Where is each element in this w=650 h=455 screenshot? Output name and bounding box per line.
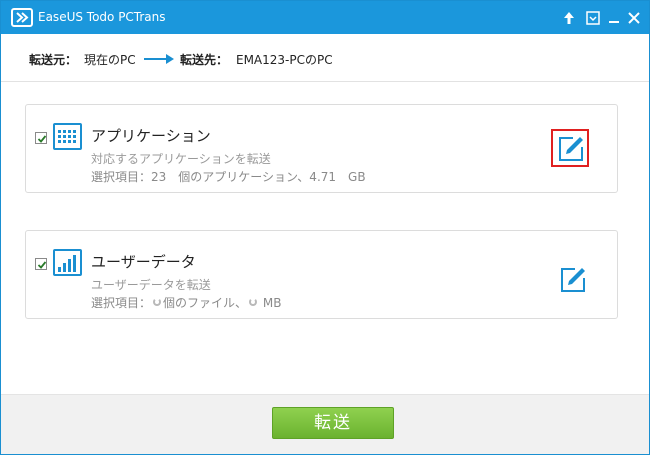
app-window: EaseUS Todo PCTrans 転送元： 現在のPC 転送先： EMA1… xyxy=(0,0,650,455)
selection-prefix: 選択項目： xyxy=(91,296,152,310)
category-description: ユーザーデータを転送 xyxy=(91,278,211,292)
apps-grid-icon xyxy=(53,123,82,150)
category-description: 対応するアプリケーションを転送 xyxy=(91,152,271,166)
window-title: EaseUS Todo PCTrans xyxy=(38,10,166,24)
transfer-route: 転送元： 現在のPC 転送先： EMA123-PCのPC xyxy=(1,34,649,82)
title-bar[interactable]: EaseUS Todo PCTrans xyxy=(1,1,649,34)
category-selection-summary: 選択項目： 個のファイル、 MB xyxy=(91,294,281,311)
bar-chart-icon xyxy=(53,249,82,276)
category-title: ユーザーデータ xyxy=(91,253,196,271)
applications-checkbox[interactable] xyxy=(35,132,47,144)
loading-spinner-icon xyxy=(249,298,258,306)
category-title: アプリケーション xyxy=(91,127,211,145)
edit-user-data-button[interactable] xyxy=(553,260,591,298)
destination-label: 転送先： xyxy=(180,53,229,67)
edit-applications-button[interactable] xyxy=(551,129,589,167)
arrow-right-icon xyxy=(144,54,174,64)
source-value: 現在のPC xyxy=(84,53,136,67)
upgrade-icon[interactable] xyxy=(560,9,578,27)
edit-icon xyxy=(559,137,583,161)
loading-spinner-icon xyxy=(153,298,162,306)
checkmark-icon xyxy=(37,135,47,143)
checkmark-icon xyxy=(37,261,47,269)
selection-files-text: 個のファイル、 xyxy=(163,296,248,310)
category-card-user-data: ユーザーデータ ユーザーデータを転送 選択項目： 個のファイル、 MB xyxy=(25,230,618,319)
app-logo-icon xyxy=(11,8,33,27)
minimize-icon[interactable] xyxy=(605,9,623,27)
close-icon[interactable] xyxy=(625,9,643,27)
destination-value: EMA123-PCのPC xyxy=(236,53,333,67)
transfer-button[interactable]: 転送 xyxy=(272,407,394,439)
user-data-checkbox[interactable] xyxy=(35,258,47,270)
category-selection-summary: 選択項目：23 個のアプリケーション、4.71 GB xyxy=(91,170,366,184)
selection-size-unit: MB xyxy=(262,296,282,310)
edit-icon xyxy=(561,268,585,292)
footer-bar: 転送 xyxy=(1,394,649,454)
source-label: 転送元： xyxy=(29,53,78,67)
category-card-applications: アプリケーション 対応するアプリケーションを転送 選択項目：23 個のアプリケー… xyxy=(25,104,618,193)
menu-icon[interactable] xyxy=(584,9,602,27)
